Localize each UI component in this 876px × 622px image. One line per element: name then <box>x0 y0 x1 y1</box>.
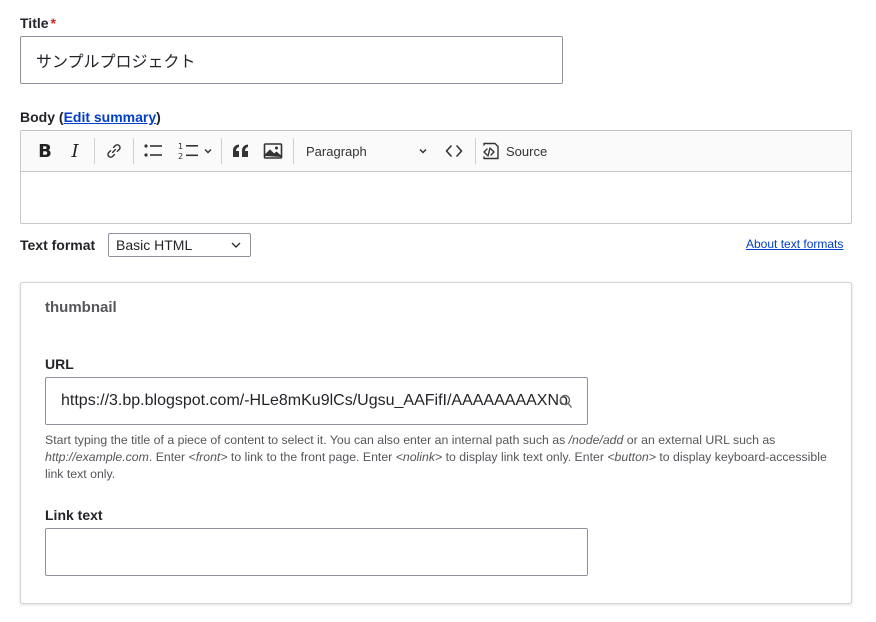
url-description-text: . Enter <box>148 450 189 464</box>
chevron-down-icon <box>204 148 212 154</box>
heading-dropdown[interactable]: Paragraph <box>297 131 433 171</box>
required-mark: * <box>50 15 56 31</box>
body-editor: B I 1 2 Paragraph Source <box>20 130 852 224</box>
editor-content-area[interactable] <box>21 172 851 224</box>
bold-icon: B <box>38 140 52 162</box>
image-icon <box>263 143 283 159</box>
edit-summary-link[interactable]: Edit summary <box>64 109 157 125</box>
about-text-formats-link[interactable]: About text formats <box>746 237 843 251</box>
thumbnail-legend: thumbnail <box>45 299 117 316</box>
code-button[interactable] <box>437 131 471 171</box>
link-text-input[interactable] <box>45 528 588 576</box>
url-description-text: to display link text only. Enter <box>442 450 608 464</box>
title-input[interactable]: サンプルプロジェクト <box>20 36 563 84</box>
code-icon <box>445 145 463 157</box>
toolbar-separator <box>133 138 134 164</box>
svg-text:1: 1 <box>178 142 183 151</box>
italic-icon: I <box>71 140 79 162</box>
toolbar-separator <box>94 138 95 164</box>
link-icon <box>107 144 121 158</box>
numbered-list-button[interactable]: 1 2 <box>171 131 219 171</box>
body-label-text: Body ( <box>20 109 64 125</box>
toolbar-separator <box>221 138 222 164</box>
url-description-text: or an external URL such as <box>623 433 776 447</box>
url-description-text: Start typing the title of a piece of con… <box>45 433 569 447</box>
body-label: Body (Edit summary) <box>20 109 161 125</box>
toolbar-separator <box>475 138 476 164</box>
text-format-label: Text format <box>20 237 96 253</box>
bulleted-list-icon <box>144 144 162 157</box>
editor-toolbar: B I 1 2 Paragraph Source <box>21 131 851 172</box>
url-description-example: <nolink> <box>395 450 443 464</box>
url-description-text: to link to the front page. Enter <box>227 450 396 464</box>
title-label: Title * <box>20 15 56 31</box>
toolbar-separator <box>293 138 294 164</box>
link-button[interactable] <box>96 131 132 171</box>
url-label: URL <box>45 356 74 372</box>
title-label-text: Title <box>20 15 49 31</box>
text-format-select[interactable]: Basic HTML <box>108 233 251 257</box>
text-format-selected: Basic HTML <box>116 237 193 253</box>
url-input[interactable]: https://3.bp.blogspot.com/-HLe8mKu9lCs/U… <box>45 377 588 425</box>
insert-image-button[interactable] <box>255 131 291 171</box>
search-icon <box>559 394 573 408</box>
source-button[interactable]: Source <box>481 131 553 171</box>
url-description-example: http://example.com <box>45 450 149 464</box>
italic-button[interactable]: I <box>57 131 93 171</box>
heading-dropdown-label: Paragraph <box>306 143 367 159</box>
url-description-example: <front> <box>188 450 228 464</box>
numbered-list-icon: 1 2 <box>178 142 198 161</box>
title-input-value: サンプルプロジェクト <box>36 54 196 71</box>
url-input-value: https://3.bp.blogspot.com/-HLe8mKu9lCs/U… <box>61 392 568 409</box>
url-description-example: /node/add <box>568 433 624 447</box>
chevron-down-icon <box>419 148 427 154</box>
source-icon <box>483 142 499 160</box>
source-button-label: Source <box>506 143 548 159</box>
link-text-label: Link text <box>45 507 103 523</box>
svg-text:2: 2 <box>178 152 183 161</box>
body-label-suffix: ) <box>156 109 161 125</box>
quote-icon <box>233 144 248 157</box>
url-description-example: <button> <box>607 450 656 464</box>
blockquote-button[interactable] <box>223 131 259 171</box>
bulleted-list-button[interactable] <box>135 131 171 171</box>
chevron-down-icon <box>231 242 241 248</box>
url-description: Start typing the title of a piece of con… <box>45 432 835 483</box>
